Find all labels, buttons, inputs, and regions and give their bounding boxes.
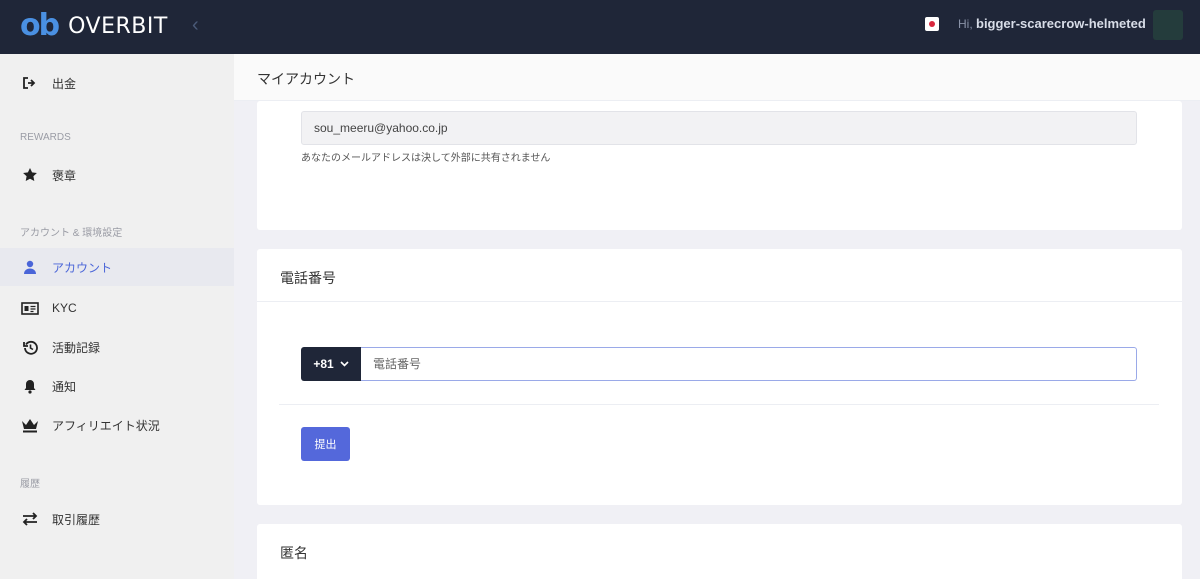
user-icon	[20, 258, 40, 276]
sidebar-item-label: KYC	[52, 301, 77, 315]
sidebar-item-label: 出金	[52, 76, 77, 91]
anonymous-card-title: 匿名	[280, 545, 308, 561]
logo[interactable]: ob OVERBIT	[20, 8, 168, 43]
username[interactable]: bigger-scarecrow-helmeted	[976, 16, 1146, 31]
submit-button[interactable]: 提出	[301, 427, 350, 461]
email-card: sou_meeru@yahoo.co.jp あなたのメールアドレスは決して外部に…	[257, 101, 1182, 230]
logo-mark: ob	[20, 8, 60, 43]
sidebar-item-label: 通知	[52, 379, 77, 394]
sidebar-item-label: 褒章	[52, 168, 77, 183]
top-bar: ob OVERBIT ‹ Hi, bigger-scarecrow-helmet…	[0, 0, 1200, 54]
star-icon	[20, 166, 40, 184]
sign-out-icon	[20, 74, 40, 92]
sidebar-item-label: 活動記録	[52, 340, 101, 355]
page-header: マイアカウント	[234, 54, 1200, 101]
avatar[interactable]	[1153, 10, 1183, 40]
sidebar-item-label: アカウント	[52, 260, 113, 275]
japan-flag-icon[interactable]	[925, 17, 939, 31]
exchange-icon	[20, 510, 40, 528]
section-rewards: REWARDS	[20, 132, 71, 143]
country-code-dropdown[interactable]: +81	[301, 347, 361, 381]
sidebar-item-kyc[interactable]: KYC	[0, 289, 234, 327]
country-code: +81	[313, 357, 334, 371]
sidebar-item-withdraw[interactable]: 出金	[0, 64, 234, 102]
phone-card-title: 電話番号	[280, 270, 336, 286]
logo-text: OVERBIT	[68, 13, 168, 39]
sidebar-item-label: アフィリエイト状況	[52, 418, 160, 433]
divider	[257, 301, 1182, 302]
sidebar-item-trade-history[interactable]: 取引履歴	[0, 500, 234, 538]
phone-number-input[interactable]	[361, 347, 1137, 381]
section-history: 履歴	[20, 479, 40, 490]
chevron-down-icon	[340, 359, 349, 370]
phone-card: 電話番号 +81 提出	[257, 249, 1182, 505]
email-help-text: あなたのメールアドレスは決して外部に共有されません	[301, 153, 551, 164]
sidebar-item-activity[interactable]: 活動記録	[0, 328, 234, 366]
bell-icon	[20, 377, 40, 395]
history-icon	[20, 338, 40, 356]
section-account: アカウント & 環境設定	[20, 228, 123, 239]
page-title: マイアカウント	[257, 71, 355, 87]
email-field: sou_meeru@yahoo.co.jp	[301, 111, 1137, 145]
divider	[279, 404, 1159, 405]
sidebar-item-medals[interactable]: 褒章	[0, 156, 234, 194]
id-card-icon	[20, 299, 40, 317]
sidebar: 出金 REWARDS 褒章 アカウント & 環境設定 アカウント KYC 活動記…	[0, 54, 234, 579]
sidebar-item-account[interactable]: アカウント	[0, 248, 234, 286]
sidebar-item-notifications[interactable]: 通知	[0, 367, 234, 405]
anonymous-card: 匿名	[257, 524, 1182, 579]
sidebar-item-affiliate[interactable]: アフィリエイト状況	[0, 406, 234, 444]
collapse-sidebar-icon[interactable]: ‹	[192, 14, 199, 37]
greeting: Hi,	[958, 17, 973, 31]
sidebar-item-label: 取引履歴	[52, 512, 101, 527]
crown-icon	[20, 416, 40, 434]
